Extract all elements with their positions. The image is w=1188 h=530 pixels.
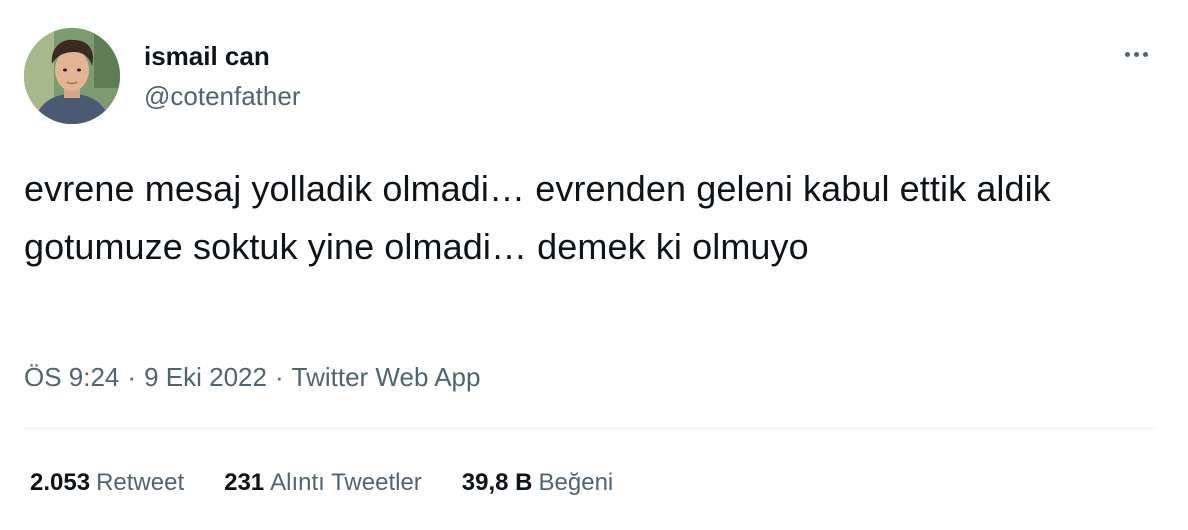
tweet-meta: ÖS 9:24 · 9 Eki 2022 · Twitter Web App <box>24 360 480 394</box>
quote-tweets-label: Alıntı Tweetler <box>270 469 422 496</box>
author-display-name[interactable]: ismail can <box>144 40 270 72</box>
quote-tweets-count: 231 <box>224 469 265 496</box>
tweet-date[interactable]: 9 Eki 2022 <box>144 362 267 392</box>
tweet-time[interactable]: ÖS 9:24 <box>24 362 119 392</box>
likes-label: Beğeni <box>538 469 614 496</box>
tweet-text: evrene mesaj yolladik olmadi… evrenden g… <box>24 168 1051 267</box>
retweets-stat[interactable]: 2.053 Retweet <box>30 466 184 500</box>
avatar-photo <box>24 28 120 124</box>
tweet-card: ismail can @cotenfather evrene mesaj yol… <box>0 0 1188 530</box>
divider <box>24 428 1156 429</box>
likes-stat[interactable]: 39,8 B Beğeni <box>462 466 613 500</box>
tweet-source[interactable]: Twitter Web App <box>292 362 481 392</box>
likes-count: 39,8 B <box>461 469 533 496</box>
more-options-button[interactable] <box>1114 36 1158 72</box>
avatar[interactable] <box>24 28 120 124</box>
tweet-stats: 2.053 Retweet 231 Alıntı Tweetler 39,8 B Be… <box>30 466 653 500</box>
retweets-label: Retweet <box>96 469 185 496</box>
quote-tweets-stat[interactable]: 231 Alıntı Tweetler <box>224 466 422 500</box>
author-handle[interactable]: @cotenfather <box>144 80 300 112</box>
retweets-count: 2.053 <box>30 469 91 496</box>
more-horizontal-icon <box>1123 51 1150 57</box>
meta-separator: · <box>127 362 137 392</box>
meta-separator: · <box>274 362 284 392</box>
